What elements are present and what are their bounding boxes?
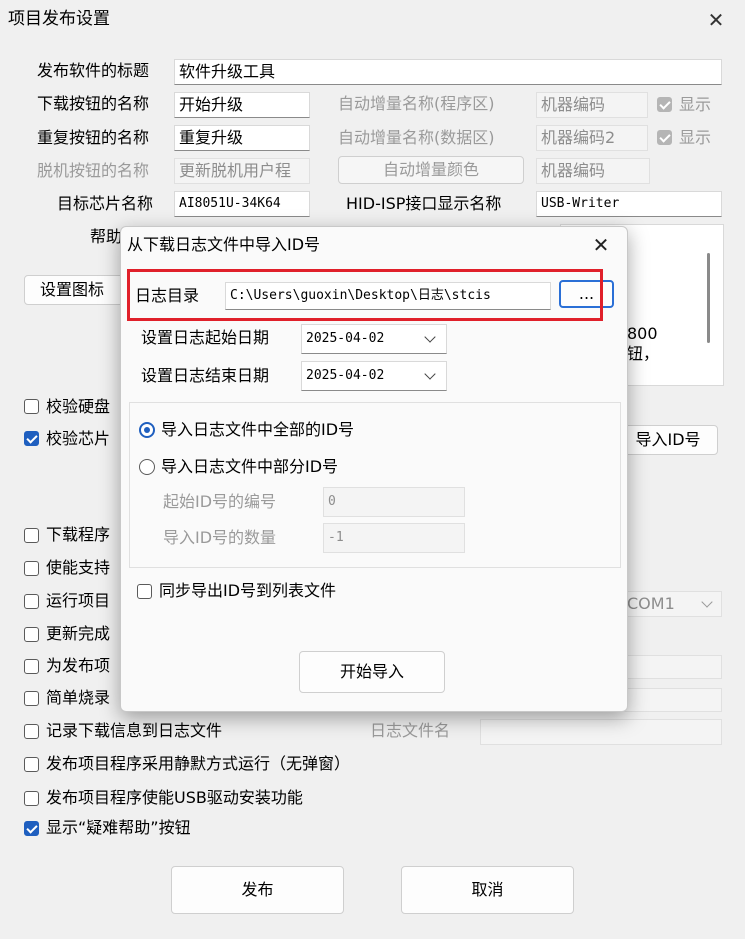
checkbox-show-help-label: 显示“疑难帮助”按钮: [46, 818, 191, 837]
id-count-label: 导入ID号的数量: [163, 528, 277, 547]
set-icon-button[interactable]: 设置图标: [24, 275, 134, 305]
window-title: 项目发布设置: [8, 9, 110, 29]
title-label: 发布软件的标题: [37, 61, 150, 80]
com-port-value: COM1: [627, 594, 675, 613]
checkbox-update-complete[interactable]: [24, 627, 39, 642]
radio-import-part[interactable]: [139, 459, 155, 475]
start-date-label: 设置日志起始日期: [141, 328, 270, 347]
checkbox-usb-driver[interactable]: [24, 791, 39, 806]
download-button-name-input[interactable]: 开始升级: [174, 92, 310, 118]
start-date-value: 2025-04-02: [306, 331, 385, 346]
checkbox-download-program[interactable]: [24, 528, 39, 543]
checkbox-verify-disk[interactable]: [24, 399, 39, 414]
checkbox-run-project[interactable]: [24, 594, 39, 609]
checkbox-for-publish-label: 为发布项: [46, 656, 111, 675]
checkbox-verify-disk-label: 校验硬盘: [46, 397, 111, 416]
radio-import-part-label: 导入日志文件中部分ID号: [161, 457, 339, 476]
auto-color-input[interactable]: 机器编码: [536, 158, 650, 184]
show-label-2: 显示: [679, 128, 712, 147]
end-date-label: 设置日志结束日期: [141, 366, 270, 385]
help-text-line2: 钮，: [627, 344, 660, 363]
help-text-line1: 800: [627, 324, 658, 343]
checkbox-simple-burn[interactable]: [24, 691, 39, 706]
radio-import-all[interactable]: [139, 422, 155, 438]
id-count-input[interactable]: -1: [323, 523, 465, 553]
auto-data-label: 自动增量名称(数据区): [338, 128, 495, 147]
chevron-down-icon: [424, 368, 436, 380]
help-label: 帮助: [90, 227, 123, 246]
auto-prog-label: 自动增量名称(程序区): [338, 94, 495, 113]
disabled-input-2[interactable]: [622, 688, 722, 712]
checkbox-record-log-label: 记录下载信息到日志文件: [46, 721, 223, 740]
hid-name-input[interactable]: USB-Writer: [536, 191, 722, 217]
auto-data-input[interactable]: 机器编码2: [536, 125, 648, 151]
chevron-down-icon: [424, 331, 436, 343]
checkbox-enable-support-label: 使能支持: [46, 558, 111, 577]
log-file-name-label: 日志文件名: [370, 721, 451, 740]
chevron-down-icon: [701, 596, 713, 608]
radio-import-all-label: 导入日志文件中全部的ID号: [161, 420, 355, 439]
end-date-picker[interactable]: 2025-04-02: [301, 361, 447, 391]
sync-export-label: 同步导出ID号到列表文件: [159, 581, 337, 600]
chip-name-label: 目标芯片名称: [57, 194, 154, 213]
checkbox-enable-support[interactable]: [24, 561, 39, 576]
com-port-select[interactable]: COM1: [622, 591, 722, 617]
start-id-input[interactable]: 0: [323, 487, 465, 517]
highlight-box: [127, 269, 603, 321]
checkbox-show-help[interactable]: [24, 821, 39, 836]
show-label-1: 显示: [679, 95, 712, 114]
repeat-button-name-input[interactable]: 重复升级: [174, 125, 310, 151]
hid-name-label: HID-ISP接口显示名称: [346, 194, 502, 213]
checkbox-simple-burn-label: 简单烧录: [46, 688, 111, 707]
cancel-button[interactable]: 取消: [401, 866, 574, 914]
checkbox-silent-run-label: 发布项目程序采用静默方式运行（无弹窗）: [46, 754, 351, 773]
offline-button-name-input[interactable]: 更新脱机用户程: [174, 158, 310, 184]
end-date-value: 2025-04-02: [306, 368, 385, 383]
start-import-button[interactable]: 开始导入: [299, 651, 445, 693]
close-icon[interactable]: ✕: [704, 8, 728, 32]
offline-button-name-label: 脱机按钮的名称: [37, 161, 150, 180]
start-date-picker[interactable]: 2025-04-02: [301, 324, 447, 354]
checkbox-run-project-label: 运行项目: [46, 591, 111, 610]
help-scrollbar[interactable]: [707, 253, 710, 343]
checkbox-verify-chip[interactable]: [24, 431, 39, 446]
checkbox-verify-chip-label: 校验芯片: [46, 429, 111, 448]
import-id-dialog: 从下载日志文件中导入ID号 ✕ 日志目录 C:\Users\guoxin\Des…: [120, 226, 628, 712]
checkbox-record-log[interactable]: [24, 724, 39, 739]
dialog-title: 从下载日志文件中导入ID号: [127, 235, 321, 254]
auto-color-button[interactable]: 自动增量颜色: [338, 156, 524, 184]
checkbox-update-complete-label: 更新完成: [46, 624, 111, 643]
title-input[interactable]: 软件升级工具: [174, 59, 722, 85]
auto-prog-input[interactable]: 机器编码: [536, 92, 648, 118]
start-id-label: 起始ID号的编号: [163, 492, 277, 511]
chip-name-input[interactable]: AI8051U-34K64: [174, 191, 310, 217]
repeat-button-name-label: 重复按钮的名称: [37, 128, 150, 147]
disabled-input-1[interactable]: [622, 655, 722, 679]
sync-export-checkbox[interactable]: [137, 584, 152, 599]
publish-button[interactable]: 发布: [171, 866, 344, 914]
show-checkbox-2[interactable]: [657, 130, 672, 145]
checkbox-usb-driver-label: 发布项目程序使能USB驱动安装功能: [46, 788, 303, 807]
checkbox-download-program-label: 下载程序: [46, 525, 111, 544]
log-file-name-input[interactable]: [480, 719, 722, 745]
show-checkbox-1[interactable]: [657, 97, 672, 112]
checkbox-silent-run[interactable]: [24, 757, 39, 772]
dialog-close-icon[interactable]: ✕: [589, 233, 613, 257]
checkbox-for-publish[interactable]: [24, 659, 39, 674]
download-button-name-label: 下载按钮的名称: [37, 94, 150, 113]
import-id-button[interactable]: 导入ID号: [618, 425, 718, 455]
